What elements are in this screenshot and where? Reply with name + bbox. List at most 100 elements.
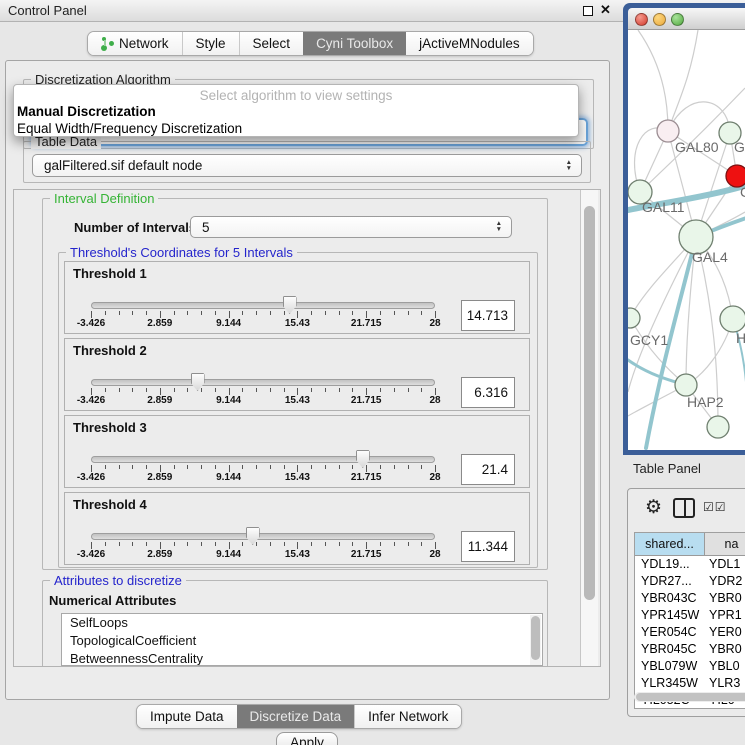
- network-window-titlebar[interactable]: [628, 8, 745, 30]
- number-of-intervals-label: Number of Intervals: [74, 220, 196, 235]
- threshold-label: Threshold 1: [73, 266, 147, 281]
- tick-mark: [174, 542, 175, 546]
- tick-mark: [119, 542, 120, 546]
- attribute-list-item[interactable]: BetweennessCentrality: [62, 650, 542, 666]
- cell-name[interactable]: YBL0: [705, 658, 745, 675]
- tick-mark: [105, 311, 106, 315]
- threshold-value-field[interactable]: 6.316: [461, 377, 515, 408]
- slider-thumb[interactable]: [246, 527, 260, 545]
- close-button[interactable]: ✕: [600, 2, 611, 18]
- cell-shared-name[interactable]: YBR045C: [635, 641, 705, 658]
- settings-scrollbar[interactable]: [580, 190, 598, 666]
- tick-mark: [394, 311, 395, 315]
- node-label: GAL4: [692, 249, 728, 265]
- cell-shared-name[interactable]: YLR345W: [635, 675, 705, 692]
- minimize-traffic-light[interactable]: [653, 13, 666, 26]
- tick-mark: [339, 388, 340, 392]
- table-data-combobox[interactable]: galFiltered.sif default node ▲▼: [32, 154, 582, 177]
- thresholds-group-title: Threshold's Coordinates for 5 Intervals: [66, 245, 297, 260]
- node-label: HAP2: [687, 394, 724, 410]
- scrollbar-thumb[interactable]: [584, 206, 595, 600]
- columns-icon[interactable]: [673, 498, 695, 518]
- slider-thumb[interactable]: [191, 373, 205, 391]
- column-header-name[interactable]: na: [705, 533, 745, 555]
- table-row[interactable]: YDR27...YDR2: [635, 573, 745, 590]
- node-HAP2[interactable]: [675, 374, 697, 396]
- cell-shared-name[interactable]: YBR043C: [635, 590, 705, 607]
- application-window: Control Panel ✕ Network Style Select Cyn…: [0, 0, 745, 745]
- gear-icon[interactable]: ⚙: [645, 496, 662, 519]
- table-row[interactable]: YBL079WYBL0: [635, 658, 745, 675]
- tick-mark: [366, 542, 367, 549]
- slider-thumb[interactable]: [283, 296, 297, 314]
- node[interactable]: [720, 306, 745, 332]
- tab-infer-network[interactable]: Infer Network: [354, 705, 461, 728]
- threshold-value-field[interactable]: 14.713: [461, 300, 515, 331]
- close-traffic-light[interactable]: [635, 13, 648, 26]
- threshold-value-field[interactable]: 11.344: [461, 531, 515, 562]
- node[interactable]: [707, 416, 729, 438]
- slider-track[interactable]: [91, 533, 435, 540]
- tab-impute-data[interactable]: Impute Data: [137, 705, 237, 728]
- slider-thumb[interactable]: [356, 450, 370, 468]
- network-canvas[interactable]: GAL80GACGAL11GAL4GCY1HHAP2: [628, 30, 745, 450]
- cell-name[interactable]: YDR2: [705, 573, 745, 590]
- float-window-button[interactable]: [583, 6, 593, 16]
- table-row[interactable]: YLR345WYLR3: [635, 675, 745, 692]
- table-row[interactable]: YBR045CYBR0: [635, 641, 745, 658]
- column-header-shared-name[interactable]: shared...: [635, 533, 705, 555]
- cell-name[interactable]: YBR0: [705, 641, 745, 658]
- select-columns-icon[interactable]: ☑☑: [703, 500, 727, 514]
- popup-option-equal-width-frequency[interactable]: Equal Width/Frequency Discretization: [17, 121, 242, 136]
- cell-shared-name[interactable]: YDL19...: [635, 556, 705, 573]
- attribute-list-item[interactable]: TopologicalCoefficient: [62, 632, 542, 650]
- cell-name[interactable]: YBR0: [705, 590, 745, 607]
- cell-name[interactable]: YLR3: [705, 675, 745, 692]
- tab-style[interactable]: Style: [182, 32, 239, 55]
- tick-mark: [435, 311, 436, 318]
- tick-mark: [187, 465, 188, 469]
- tick-label: 28: [405, 318, 465, 329]
- table-row[interactable]: YER054CYER0: [635, 624, 745, 641]
- tab-cyni-toolbox[interactable]: Cyni Toolbox: [303, 32, 406, 55]
- node-attribute-table[interactable]: shared... na YDL19...YDL1YDR27...YDR2YBR…: [634, 532, 745, 709]
- cell-shared-name[interactable]: YER054C: [635, 624, 705, 641]
- table-row[interactable]: YDL19...YDL1: [635, 556, 745, 573]
- table-row[interactable]: YPR145WYPR1: [635, 607, 745, 624]
- tick-mark: [270, 311, 271, 315]
- tab-jactivemnodules[interactable]: jActiveMNodules: [406, 32, 533, 55]
- tick-mark: [325, 542, 326, 546]
- numerical-attributes-list[interactable]: SelfLoopsTopologicalCoefficientBetweenne…: [61, 613, 543, 666]
- combo-stepper-icon: ▲▼: [557, 160, 581, 172]
- number-of-intervals-combobox[interactable]: 5 ▲▼: [190, 216, 512, 238]
- threshold-panel: Threshold 1-3.4262.8599.14415.4321.71528…: [64, 261, 530, 334]
- tick-mark: [187, 542, 188, 546]
- list-scrollbar[interactable]: [530, 615, 541, 665]
- cell-shared-name[interactable]: YDR27...: [635, 573, 705, 590]
- slider-track[interactable]: [91, 456, 435, 463]
- tick-mark: [201, 311, 202, 315]
- node-label: C: [740, 184, 745, 200]
- attribute-list-item[interactable]: SelfLoops: [62, 614, 542, 632]
- cell-name[interactable]: YPR1: [705, 607, 745, 624]
- cell-shared-name[interactable]: YPR145W: [635, 607, 705, 624]
- slider-track[interactable]: [91, 379, 435, 386]
- table-hscrollbar[interactable]: [634, 692, 745, 702]
- tab-discretize-data[interactable]: Discretize Data: [237, 705, 355, 728]
- tick-label: 15.43: [267, 395, 327, 406]
- threshold-value-field[interactable]: 21.4: [461, 454, 515, 485]
- tab-select[interactable]: Select: [239, 32, 304, 55]
- tab-network[interactable]: Network: [88, 32, 182, 55]
- tick-mark: [201, 542, 202, 546]
- cell-shared-name[interactable]: YBL079W: [635, 658, 705, 675]
- popup-option-manual-discretization[interactable]: Manual Discretization: [17, 104, 156, 119]
- tick-mark: [284, 388, 285, 392]
- table-data-group: Table Data galFiltered.sif default node …: [23, 141, 591, 183]
- cell-name[interactable]: YER0: [705, 624, 745, 641]
- slider-track[interactable]: [91, 302, 435, 309]
- zoom-traffic-light[interactable]: [671, 13, 684, 26]
- node[interactable]: [628, 308, 640, 328]
- apply-button[interactable]: Apply: [276, 732, 338, 745]
- table-row[interactable]: YBR043CYBR0: [635, 590, 745, 607]
- cell-name[interactable]: YDL1: [705, 556, 745, 573]
